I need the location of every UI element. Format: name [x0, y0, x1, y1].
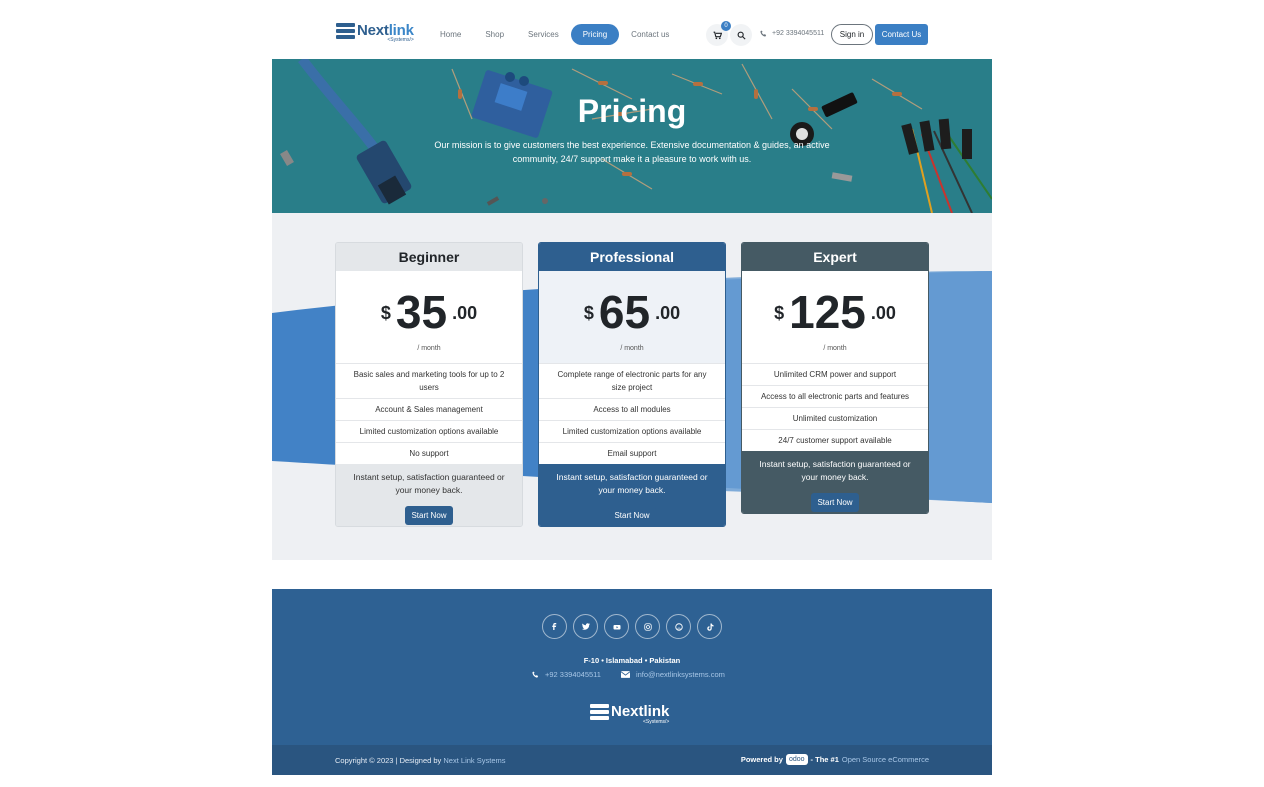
footer-brand-name-part1: Next — [611, 703, 644, 720]
tiktok-link[interactable] — [697, 614, 722, 639]
footer-brand-logo[interactable]: Nextlink <Systems/> — [590, 704, 669, 725]
github-icon — [674, 622, 683, 631]
phone-icon — [760, 30, 767, 37]
plan-currency: $ — [583, 303, 594, 323]
copyright-bar: Copyright © 2023 | Designed by Next Link… — [272, 745, 992, 775]
cart-button[interactable]: 0 — [706, 21, 731, 46]
plan-feature: Limited customization options available — [539, 420, 725, 442]
youtube-icon — [613, 624, 620, 629]
facebook-link[interactable] — [542, 614, 567, 639]
footer-email: info@nextlinksystems.com — [635, 670, 725, 679]
plan-feature: 24/7 customer support available — [742, 429, 928, 451]
electronics-background-image — [272, 59, 992, 213]
plan-card-professional: Professional $ 65 .00 / month Complete r… — [538, 242, 726, 527]
pricing-section: Beginner $ 35 .00 / month Basic sales an… — [272, 213, 992, 560]
plan-feature: Access to all modules — [539, 398, 725, 420]
plan-feature: Account & Sales management — [336, 398, 522, 420]
number-one-label: - The #1 — [810, 755, 839, 764]
sign-in-button[interactable]: Sign in — [831, 24, 873, 45]
footer-brand-name-part2: link — [643, 703, 670, 720]
footer-address: F-10 • Islamabad • Pakistan — [583, 656, 681, 665]
plan-period: / month — [823, 345, 847, 352]
plan-feature: Limited customization options available — [336, 420, 522, 442]
plan-decimals: .00 — [655, 303, 681, 323]
plan-period: / month — [620, 345, 644, 352]
hero-subtitle: Our mission is to give customers the bes… — [434, 140, 830, 164]
twitter-icon — [581, 623, 590, 630]
nav-pricing[interactable]: Pricing — [570, 24, 620, 45]
plan-feature: No support — [336, 442, 522, 464]
cart-icon — [713, 31, 722, 39]
plan-name: Expert — [742, 243, 928, 271]
designer-link[interactable]: Next Link Systems — [443, 756, 505, 765]
plan-name: Professional — [539, 243, 725, 271]
plan-amount: 125 — [789, 286, 866, 338]
plan-currency: $ — [774, 303, 785, 323]
header-phone-number: +92 3394045511 — [772, 30, 825, 37]
start-now-button[interactable]: Start Now — [811, 493, 859, 512]
start-now-button[interactable]: Start Now — [608, 506, 656, 525]
powered-by: Powered by odoo - The #1 Open Source eCo… — [741, 754, 929, 765]
plan-amount: 35 — [395, 286, 448, 338]
brand-logo[interactable]: Nextlink <Systems/> — [336, 23, 414, 47]
facebook-icon — [552, 623, 557, 630]
search-icon — [737, 31, 746, 40]
start-now-button[interactable]: Start Now — [405, 506, 453, 525]
envelope-icon — [620, 671, 630, 678]
plan-guarantee-note: Instant setup, satisfaction guaranteed o… — [353, 472, 505, 495]
instagram-icon — [643, 622, 652, 631]
social-links — [542, 614, 728, 639]
plan-card-beginner: Beginner $ 35 .00 / month Basic sales an… — [335, 242, 523, 527]
plan-feature: Complete range of electronic parts for a… — [539, 363, 725, 398]
phone-icon — [532, 671, 539, 678]
site-footer: F-10 • Islamabad • Pakistan +92 33940455… — [272, 589, 992, 745]
odoo-logo[interactable]: odoo — [785, 754, 808, 765]
footer-phone-link[interactable]: +92 3394045511 — [532, 670, 601, 679]
instagram-link[interactable] — [635, 614, 660, 639]
nav-services[interactable]: Services — [516, 24, 571, 45]
twitter-link[interactable] — [573, 614, 598, 639]
footer-contact-info: +92 3394045511 info@nextlinksystems.com — [532, 670, 725, 679]
plan-feature: Basic sales and marketing tools for up t… — [336, 363, 522, 398]
footer-email-link[interactable]: info@nextlinksystems.com — [620, 670, 725, 679]
nav-contact-us[interactable]: Contact us — [619, 24, 681, 45]
site-header: Nextlink <Systems/> Home Shop Services P… — [272, 0, 992, 59]
plan-decimals: .00 — [452, 303, 478, 323]
github-link[interactable] — [666, 614, 691, 639]
plan-feature: Email support — [539, 442, 725, 464]
plan-currency: $ — [380, 303, 391, 323]
contact-us-button[interactable]: Contact Us — [875, 24, 928, 45]
server-stack-icon — [336, 23, 355, 40]
brand-name-part1: Next — [357, 22, 389, 39]
plan-guarantee-note: Instant setup, satisfaction guaranteed o… — [556, 472, 708, 495]
main-nav: Home Shop Services Pricing Contact us — [428, 24, 681, 45]
nav-shop[interactable]: Shop — [473, 24, 516, 45]
plan-feature: Unlimited CRM power and support — [742, 363, 928, 385]
plan-decimals: .00 — [870, 303, 896, 323]
hero-banner: Pricing Our mission is to give customers… — [272, 59, 992, 213]
plan-card-expert: Expert $ 125 .00 / month Unlimited CRM p… — [741, 242, 929, 514]
cart-count-badge: 0 — [721, 21, 731, 31]
plan-feature: Unlimited customization — [742, 407, 928, 429]
server-stack-icon — [590, 704, 609, 721]
footer-phone-number: +92 3394045511 — [545, 670, 601, 679]
plan-amount: 65 — [598, 286, 651, 338]
plan-feature: Access to all electronic parts and featu… — [742, 385, 928, 407]
header-phone[interactable]: +92 3394045511 — [760, 30, 824, 37]
copyright-text: Copyright © 2023 | Designed by Next Link… — [335, 756, 506, 765]
search-button[interactable] — [730, 24, 752, 46]
ecommerce-link[interactable]: Open Source eCommerce — [842, 755, 929, 764]
nav-home[interactable]: Home — [428, 24, 473, 45]
plan-guarantee-note: Instant setup, satisfaction guaranteed o… — [759, 459, 911, 482]
tiktok-icon — [706, 623, 713, 631]
plan-name: Beginner — [336, 243, 522, 271]
plan-period: / month — [417, 345, 441, 352]
copyright-label: Copyright © 2023 | Designed by — [335, 756, 442, 765]
page-title: Pricing — [577, 93, 687, 129]
powered-by-label: Powered by — [740, 755, 783, 764]
youtube-link[interactable] — [604, 614, 629, 639]
